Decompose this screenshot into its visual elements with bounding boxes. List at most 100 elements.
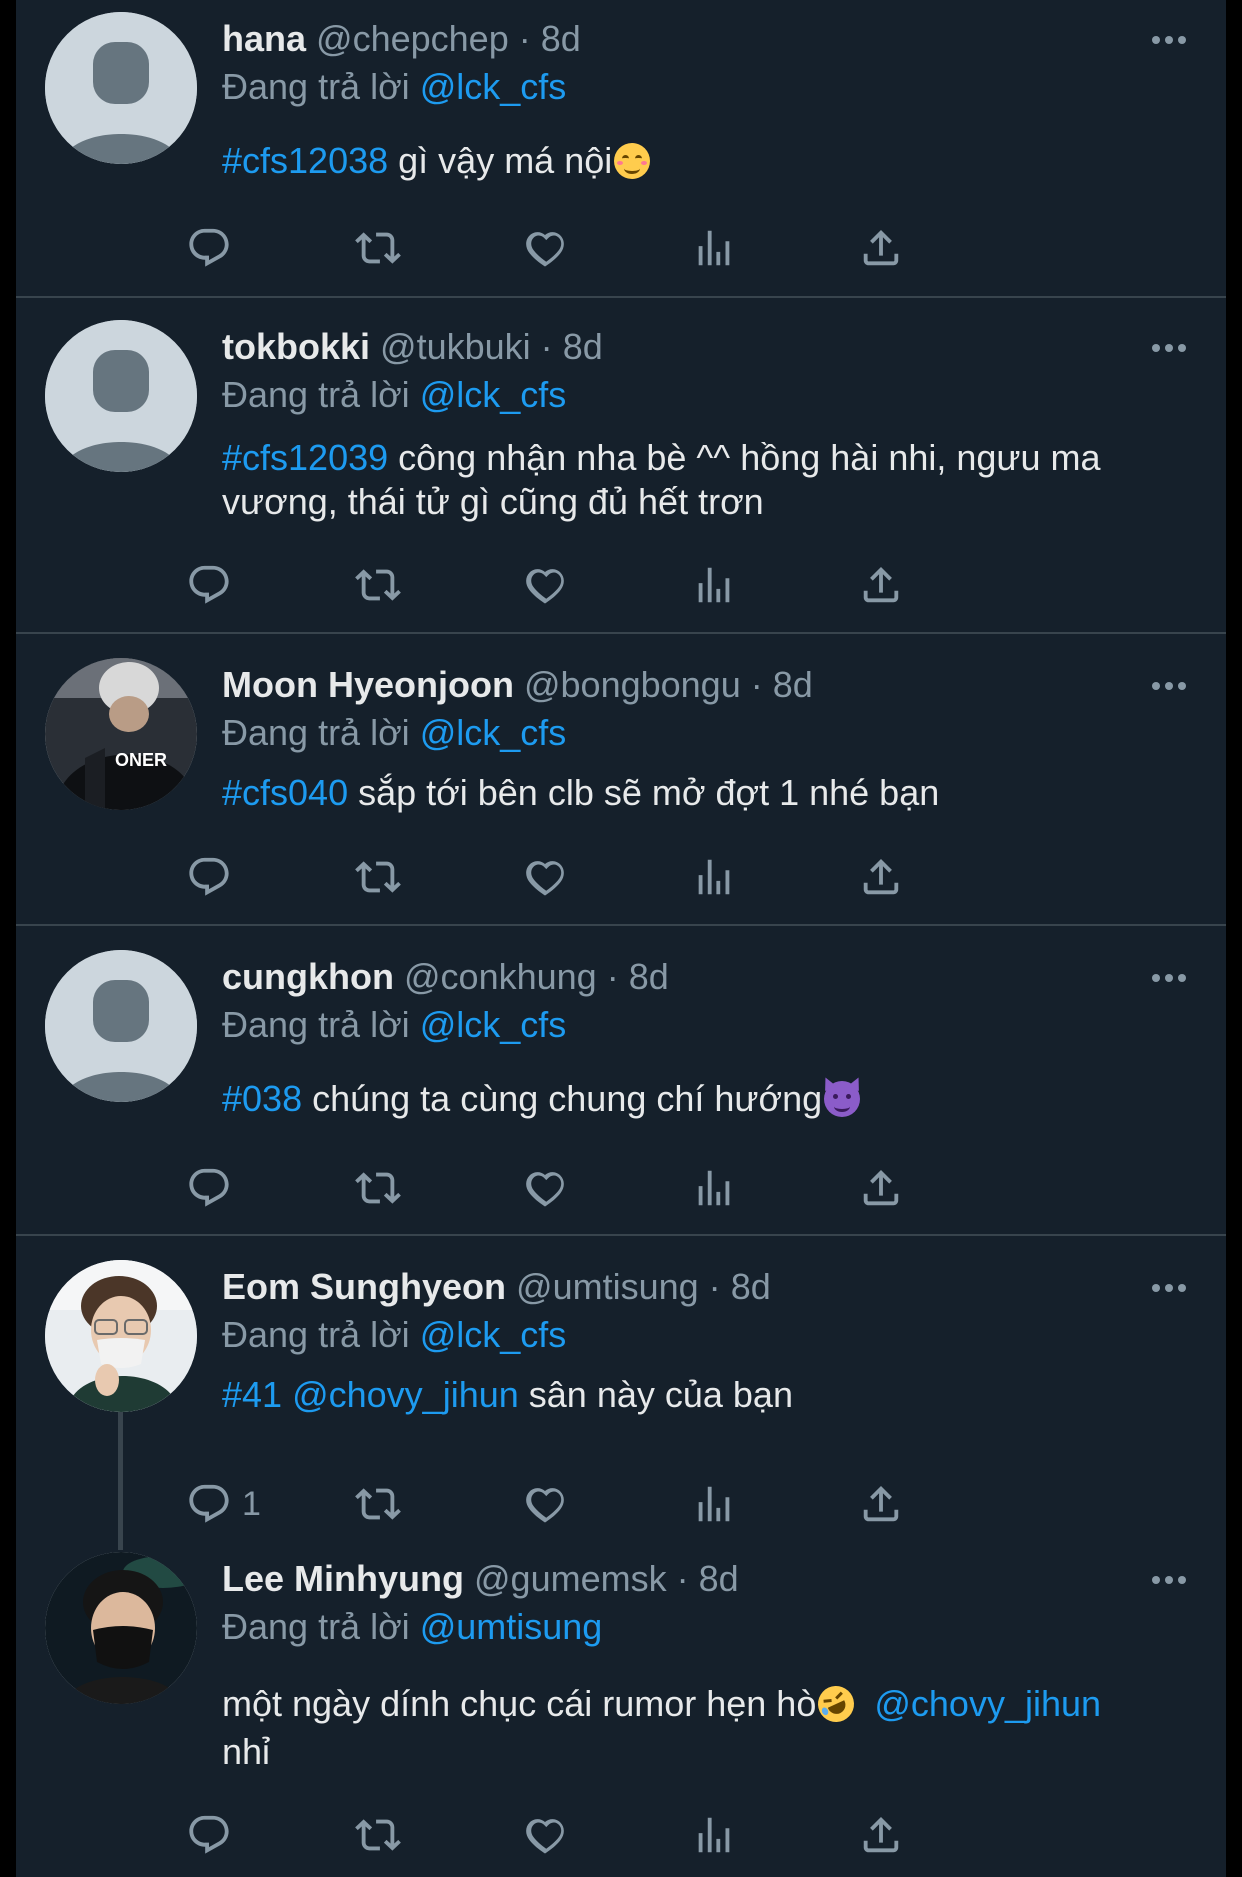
reply-button[interactable]: 1 <box>186 1479 261 1529</box>
more-options-icon[interactable] <box>1149 676 1189 696</box>
share-button[interactable] <box>858 1479 904 1529</box>
reply-mention-link[interactable]: @lck_cfs <box>420 712 567 753</box>
tweet-text: một ngày dính chục cái rumor hẹn hò @cho… <box>222 1680 1202 1776</box>
mention-link[interactable]: @chovy_jihun <box>292 1374 519 1415</box>
display-name[interactable]: Lee Minhyung <box>222 1558 464 1599</box>
retweet-button[interactable] <box>355 223 401 273</box>
avatar[interactable]: ONER <box>45 658 197 810</box>
reply-button[interactable] <box>186 1163 232 1213</box>
like-button[interactable] <box>522 852 568 902</box>
mention-link[interactable]: @chovy_jihun <box>874 1683 1101 1724</box>
retweet-button[interactable] <box>355 852 401 902</box>
like-button[interactable] <box>522 1479 568 1529</box>
separator: · <box>750 664 763 705</box>
display-name[interactable]: Moon Hyeonjoon <box>222 664 514 705</box>
share-button[interactable] <box>858 560 904 610</box>
timestamp[interactable]: 8d <box>699 1558 739 1599</box>
like-button[interactable] <box>522 1810 568 1860</box>
timestamp[interactable]: 8d <box>773 664 813 705</box>
views-icon <box>691 562 737 608</box>
display-name[interactable]: cungkhon <box>222 956 394 997</box>
retweet-button[interactable] <box>355 1810 401 1860</box>
more-options-icon[interactable] <box>1149 1278 1189 1298</box>
views-button[interactable] <box>691 852 737 902</box>
more-options-icon[interactable] <box>1149 338 1189 358</box>
views-icon <box>691 854 737 900</box>
share-icon <box>858 225 904 271</box>
hashtag-link[interactable]: #cfs12039 <box>222 437 388 478</box>
views-button[interactable] <box>691 1810 737 1860</box>
avatar[interactable] <box>45 950 197 1102</box>
reply-button[interactable] <box>186 223 232 273</box>
more-options-icon[interactable] <box>1149 1570 1189 1590</box>
avatar[interactable] <box>45 12 197 164</box>
reply-mention-link[interactable]: @lck_cfs <box>420 66 567 107</box>
reply-mention-link[interactable]: @lck_cfs <box>420 1314 567 1355</box>
views-button[interactable] <box>691 560 737 610</box>
share-button[interactable] <box>858 1163 904 1213</box>
timestamp[interactable]: 8d <box>563 326 603 367</box>
replying-to: Đang trả lời @lck_cfs <box>222 64 566 110</box>
tweet[interactable]: Lee Minhyung @gumemsk · 8d Đang trả lời … <box>16 1546 1226 1877</box>
hashtag-link[interactable]: #cfs040 <box>222 772 348 813</box>
reply-button[interactable] <box>186 560 232 610</box>
tweet-header: Lee Minhyung @gumemsk · 8d <box>222 1556 739 1602</box>
separator: · <box>676 1558 689 1599</box>
retweet-button[interactable] <box>355 1479 401 1529</box>
username[interactable]: @bongbongu <box>524 664 741 705</box>
tweet-header: cungkhon @conkhung · 8d <box>222 954 669 1000</box>
tweet[interactable]: ONER Moon Hyeonjoon @bongbongu · 8d Đang… <box>16 634 1226 924</box>
retweet-button[interactable] <box>355 560 401 610</box>
tweet-text-content: sân này của bạn <box>518 1374 793 1415</box>
timestamp[interactable]: 8d <box>629 956 669 997</box>
like-button[interactable] <box>522 223 568 273</box>
like-button[interactable] <box>522 1163 568 1213</box>
share-icon <box>858 1165 904 1211</box>
share-button[interactable] <box>858 1810 904 1860</box>
reply-mention-link[interactable]: @umtisung <box>420 1606 603 1647</box>
tweet[interactable]: Eom Sunghyeon @umtisung · 8d Đang trả lờ… <box>16 1236 1226 1546</box>
timestamp[interactable]: 8d <box>731 1266 771 1307</box>
reply-icon <box>186 1481 232 1527</box>
share-button[interactable] <box>858 852 904 902</box>
retweet-button[interactable] <box>355 1163 401 1213</box>
display-name[interactable]: hana <box>222 18 306 59</box>
views-icon <box>691 1165 737 1211</box>
tweet[interactable]: hana @chepchep · 8d Đang trả lời @lck_cf… <box>16 0 1226 296</box>
views-button[interactable] <box>691 1479 737 1529</box>
reply-button[interactable] <box>186 1810 232 1860</box>
share-icon <box>858 562 904 608</box>
tweet[interactable]: cungkhon @conkhung · 8d Đang trả lời @lc… <box>16 926 1226 1234</box>
tweet-text: #cfs040 sắp tới bên clb sẽ mở đợt 1 nhé … <box>222 771 1202 815</box>
hashtag-link[interactable]: #41 <box>222 1374 282 1415</box>
more-options-icon[interactable] <box>1149 968 1189 988</box>
username[interactable]: @conkhung <box>404 956 597 997</box>
reply-button[interactable] <box>186 852 232 902</box>
username[interactable]: @chepchep <box>316 18 509 59</box>
timestamp[interactable]: 8d <box>541 18 581 59</box>
avatar[interactable] <box>45 1260 197 1412</box>
tweet[interactable]: tokbokki @tukbuki · 8d Đang trả lời @lck… <box>16 298 1226 632</box>
hashtag-link[interactable]: #cfs12038 <box>222 140 388 181</box>
retweet-icon <box>355 562 401 608</box>
views-button[interactable] <box>691 223 737 273</box>
reply-mention-link[interactable]: @lck_cfs <box>420 1004 567 1045</box>
retweet-icon <box>355 1165 401 1211</box>
avatar[interactable] <box>45 320 197 472</box>
reply-mention-link[interactable]: @lck_cfs <box>420 374 567 415</box>
views-button[interactable] <box>691 1163 737 1213</box>
separator: · <box>518 18 531 59</box>
retweet-icon <box>355 225 401 271</box>
avatar[interactable] <box>45 1552 197 1704</box>
username[interactable]: @tukbuki <box>380 326 531 367</box>
username[interactable]: @umtisung <box>516 1266 699 1307</box>
share-button[interactable] <box>858 223 904 273</box>
separator: · <box>540 326 553 367</box>
hashtag-link[interactable]: #038 <box>222 1078 302 1119</box>
username[interactable]: @gumemsk <box>474 1558 667 1599</box>
more-options-icon[interactable] <box>1149 30 1189 50</box>
tweet-text: #038 chúng ta cùng chung chí hướng <box>222 1075 1202 1121</box>
display-name[interactable]: Eom Sunghyeon <box>222 1266 506 1307</box>
display-name[interactable]: tokbokki <box>222 326 370 367</box>
like-button[interactable] <box>522 560 568 610</box>
